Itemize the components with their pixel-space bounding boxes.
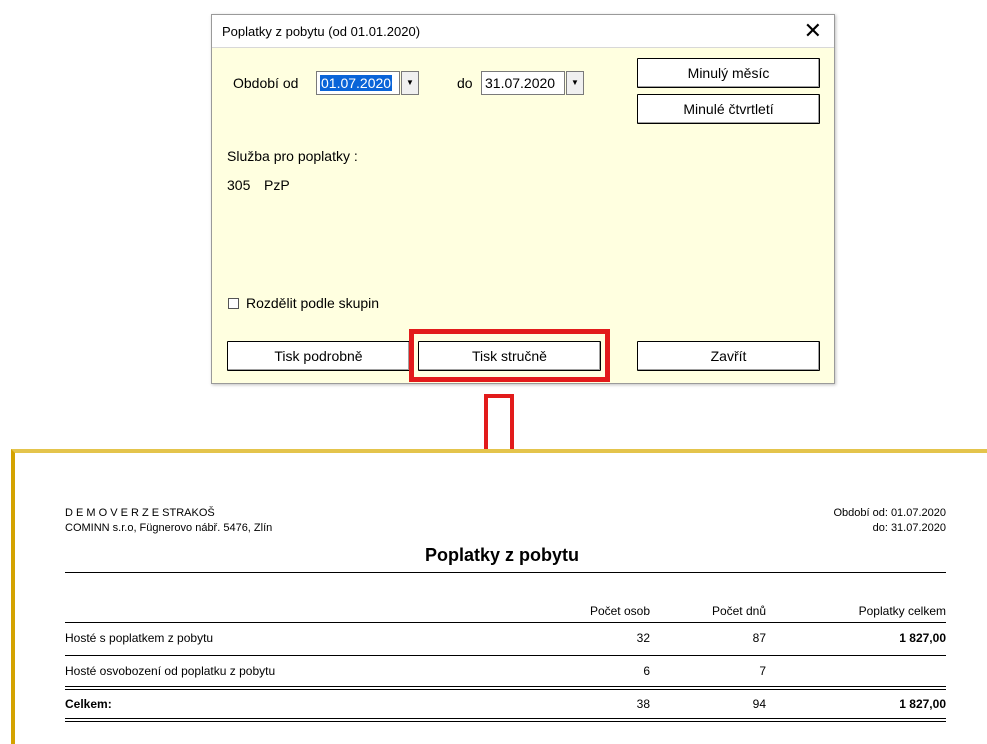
report-period-to: do: 31.07.2020 [872, 522, 946, 534]
service-code: 305 [227, 177, 251, 193]
total-persons: 38 [636, 697, 650, 711]
total-fees: 1 827,00 [899, 697, 946, 711]
service-name: PzP [264, 177, 290, 193]
service-label: Služba pro poplatky : [227, 148, 358, 164]
last-quarter-button[interactable]: Minulé čtvrtletí [637, 94, 820, 124]
total-rule [65, 686, 946, 690]
period-to-value: 31.07.2020 [485, 75, 556, 91]
chevron-down-icon: ▼ [571, 78, 579, 87]
total-bottom-rule [65, 718, 946, 722]
row-fees: 1 827,00 [899, 631, 946, 645]
split-groups-checkbox[interactable] [228, 298, 239, 309]
last-month-button[interactable]: Minulý měsíc [637, 58, 820, 88]
col-header-fees: Poplatky celkem [858, 604, 946, 618]
period-to-dropdown-button[interactable]: ▼ [566, 71, 584, 95]
total-label: Celkem: [65, 697, 112, 711]
period-to-label: do [457, 75, 473, 91]
col-header-persons: Počet osob [589, 604, 650, 618]
period-from-label: Období od [233, 75, 299, 91]
period-from-value: 01.07.2020 [320, 75, 393, 91]
period-from-field[interactable]: 01.07.2020 [316, 71, 400, 95]
row-persons: 6 [643, 664, 650, 678]
close-button[interactable]: Zavřít [637, 341, 820, 371]
dialog-titlebar: Poplatky z pobytu (od 01.01.2020) ✕ [212, 15, 834, 48]
total-days: 94 [752, 697, 766, 711]
period-to-field[interactable]: 31.07.2020 [481, 71, 565, 95]
report-title: Poplatky z pobytu [425, 545, 580, 565]
close-icon[interactable]: ✕ [804, 18, 822, 44]
highlight-frame [409, 329, 610, 382]
period-from-dropdown-button[interactable]: ▼ [401, 71, 419, 95]
split-groups-label: Rozdělit podle skupin [246, 295, 380, 311]
report-company-name: D E M O V E R Z E STRAKOŠ [65, 507, 215, 519]
report-company-address: COMINN s.r.o, Fügnerovo nábř. 5476, Zlín [65, 522, 273, 534]
row-days: 87 [752, 631, 766, 645]
report-period-from: Období od: 01.07.2020 [833, 507, 946, 519]
row-days: 7 [759, 664, 766, 678]
row-rule [65, 655, 946, 656]
report-title-rule [65, 572, 946, 573]
dialog-title: Poplatky z pobytu (od 01.01.2020) [222, 24, 421, 39]
chevron-down-icon: ▼ [406, 78, 414, 87]
row-label: Hosté osvobození od poplatku z pobytu [65, 664, 276, 678]
row-label: Hosté s poplatkem z pobytu [65, 631, 214, 645]
report-preview [11, 449, 987, 744]
row-persons: 32 [636, 631, 650, 645]
col-header-days: Počet dnů [711, 604, 766, 618]
header-rule [65, 622, 946, 623]
print-detailed-button[interactable]: Tisk podrobně [227, 341, 410, 371]
